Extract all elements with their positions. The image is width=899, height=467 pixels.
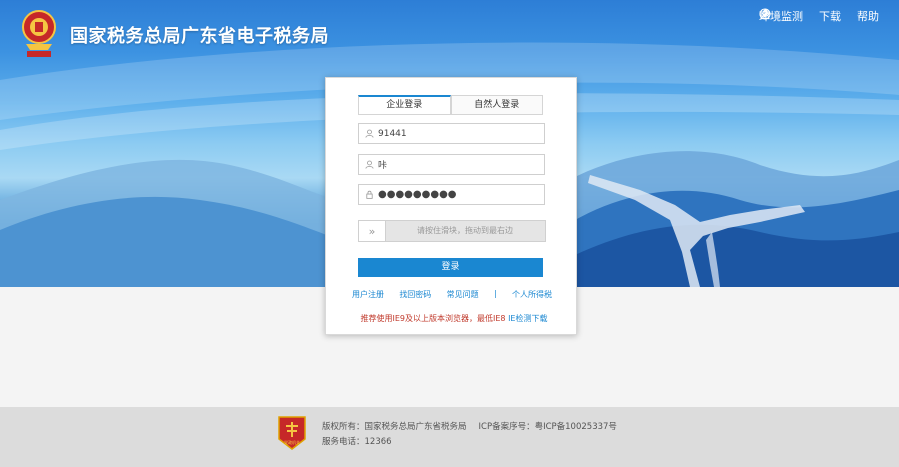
- login-tabs: 企业登录 自然人登录: [358, 95, 543, 115]
- copyright-text: 版权所有：国家税务总局广东省税务局: [322, 422, 467, 432]
- double-chevron-right-icon: »: [368, 224, 376, 238]
- slider-hint: 请按住滑块，拖动到最右边: [417, 226, 513, 235]
- help-icon: [759, 8, 771, 20]
- login-links: 用户注册 找回密码 常见问题 | 个人所得税: [352, 289, 552, 300]
- password-mask: ●●●●●●●●●: [378, 189, 457, 200]
- browser-notice: 推荐使用IE9及以上版本浏览器，最低IE8 IE检测下载: [349, 313, 559, 324]
- faq-link[interactable]: 常见问题: [447, 289, 479, 300]
- taxpayer-id-input[interactable]: 91441: [358, 123, 545, 144]
- party-government-seal-icon[interactable]: 党政机关: [277, 415, 307, 451]
- top-nav: 环境监测 下载 帮助: [759, 8, 879, 24]
- user-icon: [362, 158, 376, 172]
- help-link[interactable]: 帮助: [759, 8, 879, 24]
- personal-income-tax-link[interactable]: 个人所得税: [512, 289, 552, 300]
- icp-text: ICP备案序号：粤ICP备10025337号: [478, 422, 617, 432]
- lock-icon: [362, 188, 376, 202]
- footer: 党政机关 版权所有：国家税务总局广东省税务局 ICP备案序号：粤ICP备10025…: [0, 407, 899, 467]
- page: 国家税务总局广东省电子税务局 环境监测 下载 帮助 企业登录 自然人登录 914…: [0, 0, 899, 467]
- slide-captcha: » 请按住滑块，拖动到最右边: [358, 220, 546, 242]
- username-input[interactable]: 咔: [358, 154, 545, 175]
- footer-info: 版权所有：国家税务总局广东省税务局 ICP备案序号：粤ICP备10025337号 …: [322, 420, 617, 450]
- taxpayer-id-value: 91441: [378, 128, 407, 139]
- login-panel: 企业登录 自然人登录 91441 咔 ●●●●●●●●● » 请按住滑块，拖动到…: [325, 77, 577, 335]
- login-button[interactable]: 登录: [358, 258, 543, 277]
- browser-notice-text: 推荐使用IE9及以上版本浏览器，最低IE8: [360, 314, 506, 323]
- register-link[interactable]: 用户注册: [352, 289, 384, 300]
- download-label: 下载: [819, 10, 841, 23]
- ie-check-download-link[interactable]: IE检测下载: [508, 314, 547, 323]
- seal-text: 党政机关: [284, 439, 300, 445]
- username-value: 咔: [378, 161, 388, 171]
- download-link[interactable]: 下载: [760, 8, 841, 24]
- recover-password-link[interactable]: 找回密码: [399, 289, 431, 300]
- tax-emblem-logo: [18, 8, 60, 58]
- password-input[interactable]: ●●●●●●●●●: [358, 184, 545, 205]
- help-label: 帮助: [857, 10, 879, 23]
- link-separator: |: [493, 289, 497, 298]
- service-phone-text: 服务电话：12366: [322, 437, 392, 447]
- user-icon: [362, 127, 376, 141]
- tab-individual-login[interactable]: 自然人登录: [450, 95, 543, 114]
- tab-enterprise-login[interactable]: 企业登录: [358, 95, 451, 114]
- slider-handle[interactable]: »: [359, 221, 386, 241]
- site-title: 国家税务总局广东省电子税务局: [70, 26, 329, 47]
